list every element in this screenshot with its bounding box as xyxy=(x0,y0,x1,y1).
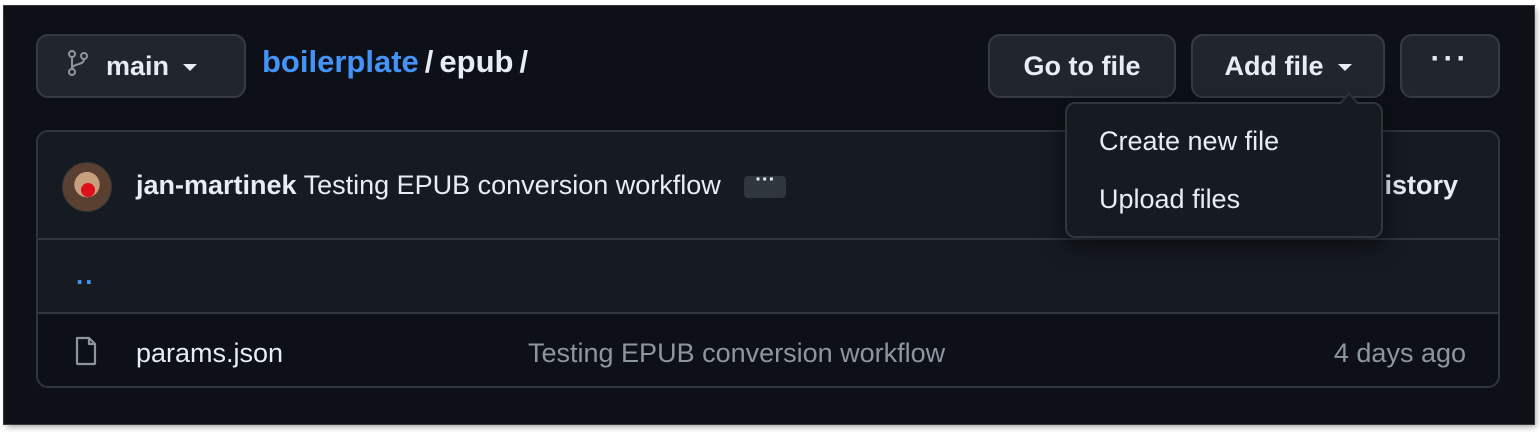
history-link[interactable]: istory xyxy=(1384,170,1458,201)
file-icon xyxy=(74,336,98,371)
commit-author-link[interactable]: jan-martinek xyxy=(136,170,297,200)
breadcrumb-trailing-separator: / xyxy=(519,44,529,79)
commit-message-link[interactable]: Testing EPUB conversion workflow xyxy=(304,170,721,200)
breadcrumb-folder: epub xyxy=(439,44,514,79)
dropdown-pointer-inner xyxy=(1341,95,1357,104)
menu-item-create-new-file[interactable]: Create new file xyxy=(1099,126,1279,157)
parent-directory-link[interactable]: .. xyxy=(76,260,94,291)
latest-commit-text: jan-martinek Testing EPUB conversion wor… xyxy=(136,170,787,201)
add-file-button[interactable]: Add file xyxy=(1191,34,1385,98)
breadcrumb-repo-link[interactable]: boilerplate xyxy=(262,44,419,79)
avatar[interactable] xyxy=(62,162,112,212)
branch-selector-button[interactable]: main xyxy=(36,34,246,98)
table-row[interactable]: params.json Testing EPUB conversion work… xyxy=(38,314,1498,386)
breadcrumb: boilerplate / epub / xyxy=(262,44,534,80)
parent-directory-row[interactable]: .. xyxy=(38,240,1498,314)
repo-file-browser: main boilerplate / epub / Go to file Add fi… xyxy=(4,6,1534,424)
commit-expand-button[interactable]: ··· xyxy=(744,170,787,198)
kebab-horizontal-icon: ··· xyxy=(1430,42,1470,75)
menu-item-upload-files[interactable]: Upload files xyxy=(1099,184,1240,215)
breadcrumb-separator: / xyxy=(424,44,434,79)
more-options-button[interactable]: ··· xyxy=(1400,34,1500,98)
file-age: 4 days ago xyxy=(1333,338,1466,368)
go-to-file-label: Go to file xyxy=(1023,50,1141,81)
chevron-down-icon xyxy=(183,64,198,71)
git-branch-icon xyxy=(68,49,88,83)
chevron-down-icon xyxy=(1337,64,1352,71)
branch-label: main xyxy=(106,50,170,81)
add-file-label: Add file xyxy=(1224,50,1324,81)
file-commit-message-link[interactable]: Testing EPUB conversion workflow xyxy=(528,338,945,369)
go-to-file-button[interactable]: Go to file xyxy=(988,34,1176,98)
add-file-dropdown-menu: Create new file Upload files xyxy=(1065,102,1383,238)
file-name-link[interactable]: params.json xyxy=(136,338,283,369)
